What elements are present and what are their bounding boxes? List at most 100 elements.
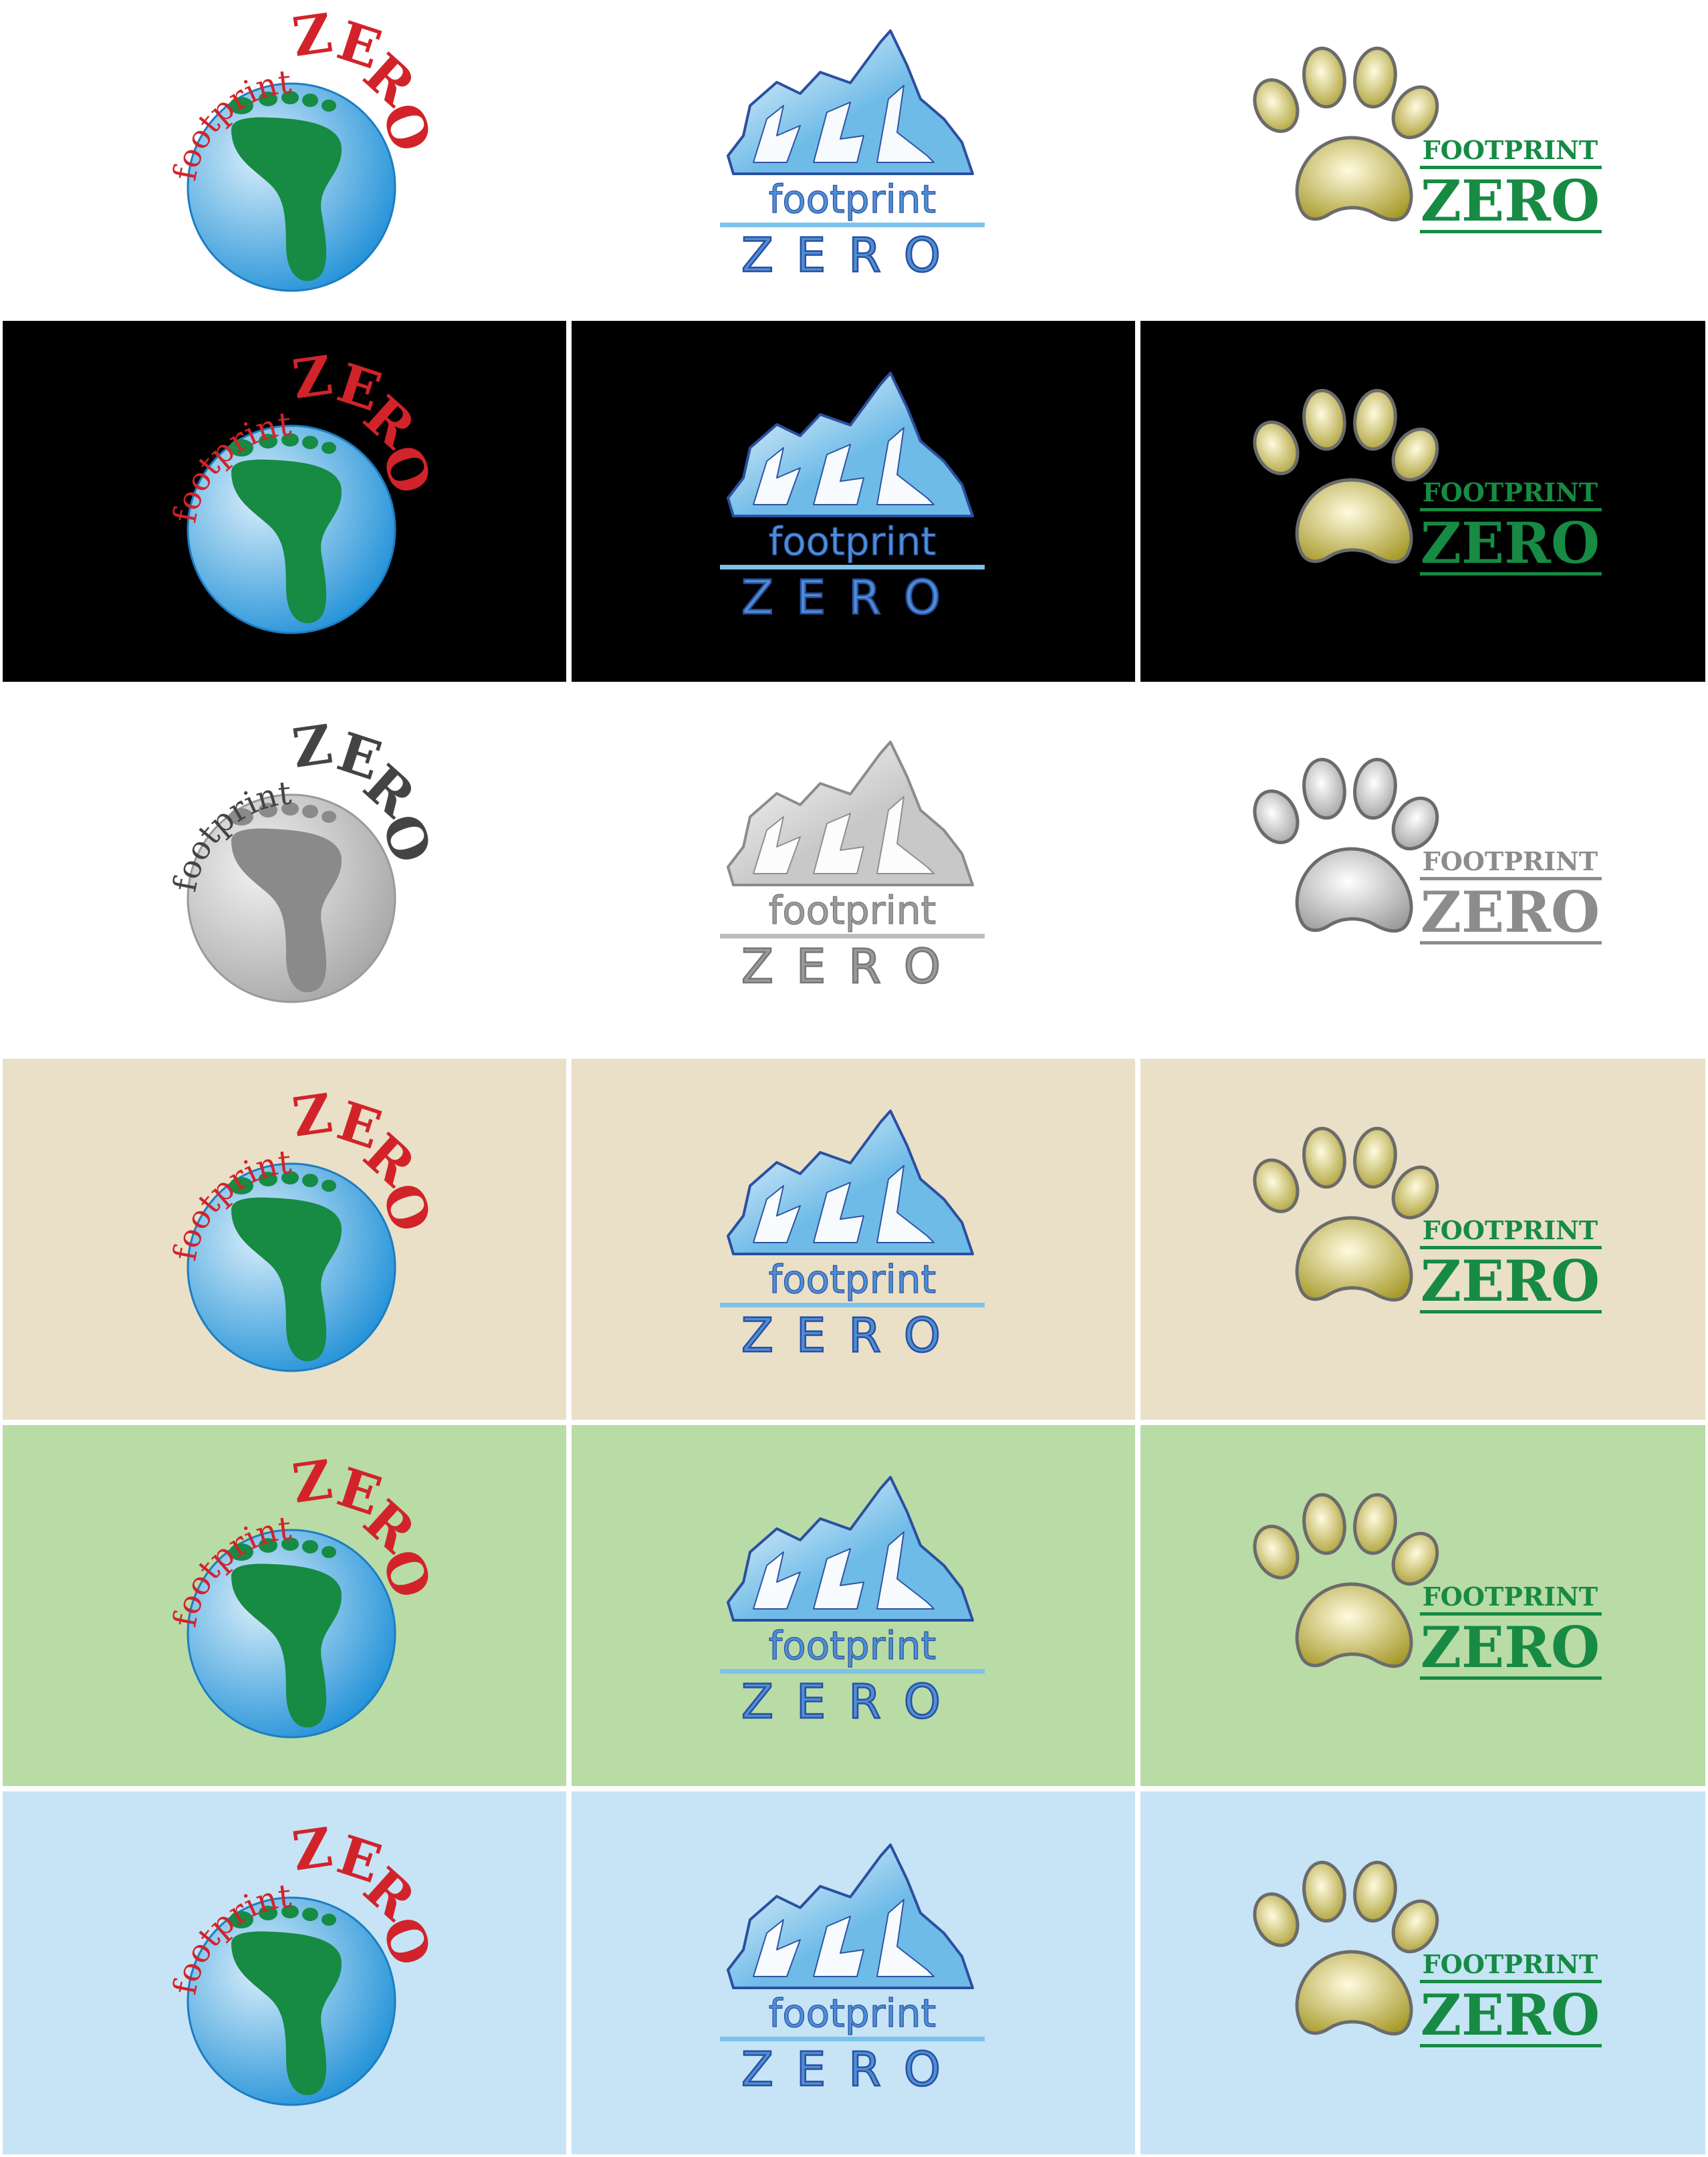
- brand-word-big: ZERO: [1420, 1982, 1599, 2048]
- logo-cell-iceberg: footprint ZERO: [569, 1789, 1138, 2157]
- logo-cell-paw: FOOTPRINT ZERO: [1138, 1789, 1708, 2157]
- toe-shape: [321, 811, 336, 823]
- brand-word-small: FOOTPRINT: [1422, 477, 1597, 507]
- footprint-globe-icon: footprintZERO: [166, 713, 444, 1003]
- logo-cell-paw: FOOTPRINT ZERO: [1138, 318, 1708, 684]
- divider-line: [1419, 941, 1602, 944]
- logo-row-4: footprint Z E R O footprint ZERO FOOTPRINT ZER…: [0, 1056, 1708, 1422]
- brand-word-small: FOOTPRINT: [1422, 1949, 1597, 1979]
- divider-line: [1419, 230, 1602, 233]
- divider-line: [1419, 2043, 1602, 2047]
- iceberg-icon: footprint ZERO: [719, 741, 985, 995]
- toe-shape: [301, 436, 318, 449]
- footprint-globe-icon: footprintZERO: [166, 1082, 444, 1372]
- toe-shape: [301, 805, 318, 818]
- paw-print-icon: FOOTPRINTZERO: [1252, 46, 1602, 234]
- brand-word-big: ZERO: [741, 939, 963, 994]
- iceberg-icon: footprint ZERO: [719, 1110, 985, 1364]
- toe-shape: [321, 1546, 336, 1558]
- brand-word-big: ZERO: [1420, 510, 1599, 576]
- logo-cell-iceberg: footprint ZERO: [569, 1056, 1138, 1422]
- paw-pad-shape: [1295, 478, 1413, 564]
- logo-cell-footprint-globe: footprint Z E R O: [0, 684, 569, 1056]
- brand-word-big: ZERO: [1420, 879, 1599, 945]
- brand-word-small: footprint: [768, 176, 935, 222]
- brand-word-small: FOOTPRINT: [1422, 1581, 1597, 1612]
- brand-word-big-letter: Z: [288, 1082, 336, 1149]
- divider-line: [719, 223, 985, 227]
- logo-cell-iceberg: footprint ZERO: [569, 1422, 1138, 1789]
- divider-line: [719, 1303, 985, 1307]
- toe-shape: [301, 94, 318, 107]
- logo-cell-paw: FOOTPRINT ZERO: [1138, 1422, 1708, 1789]
- brand-word-small: footprint: [768, 1257, 935, 1302]
- toe-shape: [321, 442, 336, 454]
- logo-cell-footprint-globe: footprint Z E R O: [0, 318, 569, 684]
- brand-word-big-letter: Z: [288, 1448, 336, 1515]
- logo-cell-footprint-globe: footprint Z E R O: [0, 1056, 569, 1422]
- paw-pad-shape: [1295, 1582, 1413, 1668]
- brand-word-big: ZERO: [741, 1674, 963, 1729]
- iceberg-icon: footprint ZERO: [719, 1476, 985, 1730]
- logo-row-3: footprint Z E R O footprint ZERO FOOTPRINT ZER…: [0, 684, 1708, 1056]
- logo-cell-footprint-globe: footprint Z E R O: [0, 0, 569, 318]
- iceberg-icon: footprint ZERO: [719, 372, 985, 626]
- paw-print-icon: FOOTPRINTZERO: [1252, 388, 1602, 576]
- divider-line: [719, 2036, 985, 2041]
- brand-word-big-letter: Z: [288, 1, 336, 69]
- iceberg-icon: footprint ZERO: [719, 29, 985, 283]
- brand-word-big: ZERO: [741, 228, 963, 283]
- toe-shape: [301, 1907, 318, 1921]
- brand-word-big-letter: Z: [288, 344, 336, 411]
- logo-cell-iceberg: footprint ZERO: [569, 0, 1138, 318]
- divider-line: [1419, 1310, 1602, 1313]
- brand-word-big: ZERO: [741, 570, 963, 625]
- divider-line: [719, 565, 985, 569]
- footprint-globe-icon: footprintZERO: [166, 1, 444, 292]
- brand-word-small: FOOTPRINT: [1422, 1215, 1597, 1245]
- logo-row-2: footprint Z E R O footprint ZERO FOOTPRINT ZER…: [0, 318, 1708, 684]
- brand-word-small: FOOTPRINT: [1422, 135, 1597, 165]
- logo-cell-paw: FOOTPRINT ZERO: [1138, 684, 1708, 1056]
- paw-print-icon: FOOTPRINTZERO: [1252, 1860, 1602, 2048]
- logo-cell-paw: FOOTPRINT ZERO: [1138, 0, 1708, 318]
- footprint-globe-icon: footprintZERO: [166, 1448, 444, 1739]
- brand-word-small: footprint: [768, 1991, 935, 2036]
- logo-cell-footprint-globe: footprint Z E R O: [0, 1422, 569, 1789]
- logo-row-5: footprint Z E R O footprint ZERO FOOTPRINT ZER…: [0, 1422, 1708, 1789]
- brand-word-big: ZERO: [741, 2042, 963, 2097]
- brand-word-small: footprint: [768, 1623, 935, 1668]
- brand-word-big-letter: Z: [288, 1815, 336, 1882]
- logo-cell-footprint-globe: footprint Z E R O: [0, 1789, 569, 2157]
- brand-word-small: footprint: [768, 519, 935, 564]
- divider-line: [719, 934, 985, 938]
- paw-print-icon: FOOTPRINTZERO: [1252, 757, 1602, 945]
- toe-shape: [321, 1180, 336, 1192]
- logo-cell-iceberg: footprint ZERO: [569, 318, 1138, 684]
- brand-word-big: ZERO: [1420, 1614, 1599, 1680]
- toe-shape: [321, 1913, 336, 1926]
- logo-cell-paw: FOOTPRINT ZERO: [1138, 1056, 1708, 1422]
- toe-shape: [321, 100, 336, 112]
- footprint-globe-icon: footprintZERO: [166, 344, 444, 634]
- brand-word-small: FOOTPRINT: [1422, 846, 1597, 876]
- logo-row-6: footprint Z E R O footprint ZERO FOOTPRINT ZER…: [0, 1789, 1708, 2157]
- divider-line: [1419, 572, 1602, 576]
- paw-pad-shape: [1295, 1949, 1413, 2035]
- paw-print-icon: FOOTPRINTZERO: [1252, 1493, 1602, 1680]
- brand-word-big: ZERO: [741, 1308, 963, 1363]
- brand-word-big: ZERO: [1420, 168, 1599, 234]
- iceberg-icon: footprint ZERO: [719, 1843, 985, 2098]
- divider-line: [1419, 1676, 1602, 1680]
- footprint-globe-icon: footprintZERO: [166, 1815, 444, 2106]
- paw-pad-shape: [1295, 136, 1413, 222]
- toe-shape: [301, 1540, 318, 1553]
- paw-print-icon: FOOTPRINTZERO: [1252, 1126, 1602, 1314]
- divider-line: [719, 1669, 985, 1674]
- brand-word-small: footprint: [768, 888, 935, 933]
- toe-shape: [301, 1174, 318, 1187]
- paw-pad-shape: [1295, 1216, 1413, 1302]
- paw-pad-shape: [1295, 847, 1413, 933]
- brand-word-big: ZERO: [1420, 1248, 1599, 1314]
- logo-cell-iceberg: footprint ZERO: [569, 684, 1138, 1056]
